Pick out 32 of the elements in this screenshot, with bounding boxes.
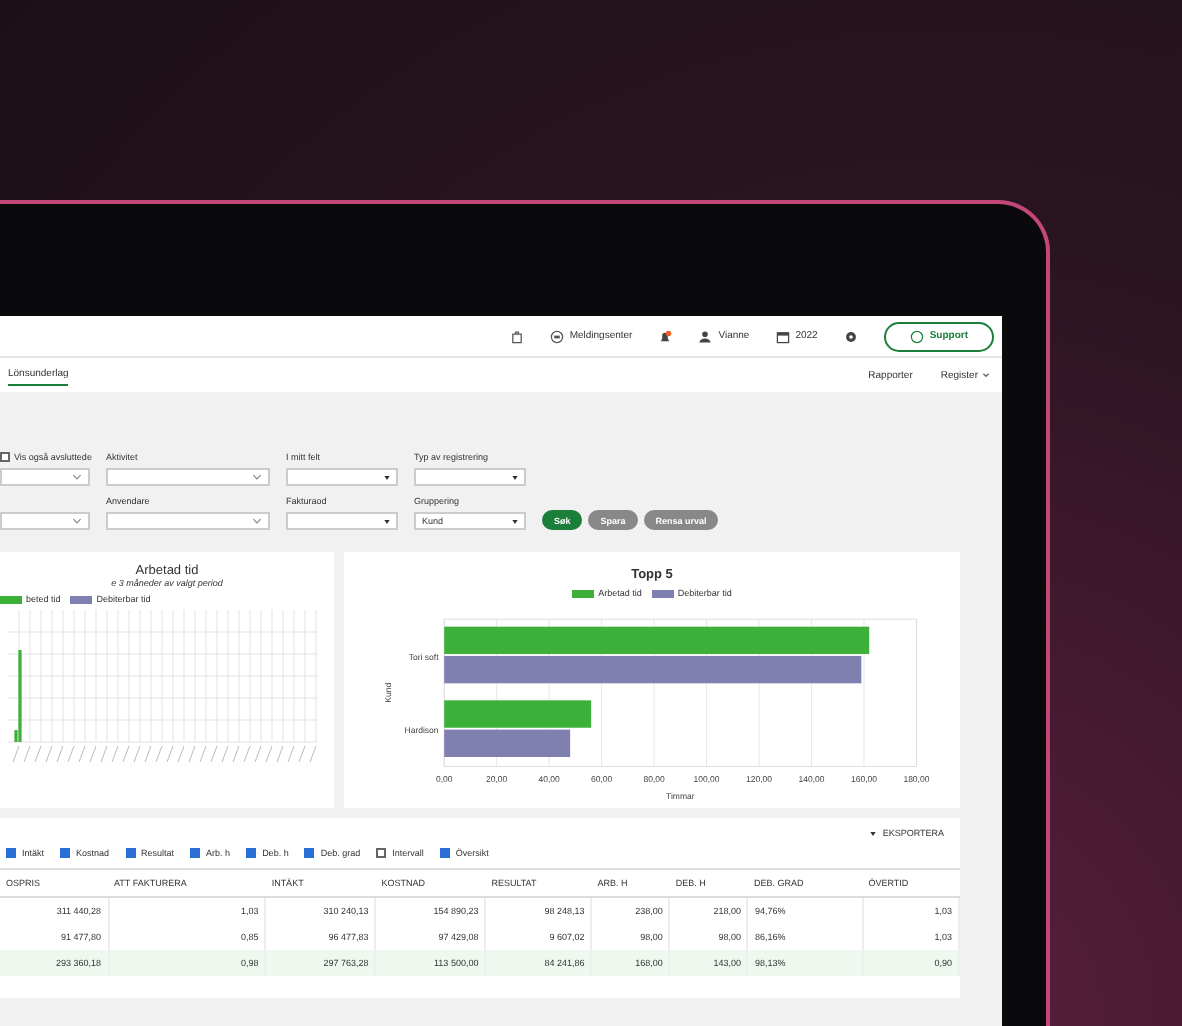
caret-icon bbox=[512, 519, 518, 523]
caret-icon bbox=[870, 831, 877, 835]
caret-icon bbox=[982, 372, 990, 378]
checkbox[interactable] bbox=[246, 848, 257, 858]
dropdown-field[interactable] bbox=[414, 468, 526, 486]
dropdown-field[interactable] bbox=[286, 512, 398, 530]
checkbox[interactable] bbox=[60, 848, 71, 858]
bell-icon[interactable] bbox=[658, 329, 673, 343]
select-field[interactable] bbox=[0, 512, 90, 530]
chevron-icon bbox=[72, 474, 82, 480]
checkbox[interactable] bbox=[6, 848, 16, 858]
chevron-icon bbox=[252, 518, 262, 524]
caret-icon bbox=[384, 475, 390, 479]
chevron-icon bbox=[252, 474, 262, 480]
select-field[interactable] bbox=[106, 512, 270, 530]
checkbox[interactable] bbox=[439, 848, 450, 858]
caret-icon bbox=[384, 519, 390, 523]
checkbox[interactable] bbox=[125, 848, 136, 858]
checkbox[interactable] bbox=[304, 848, 315, 858]
caret-icon bbox=[512, 475, 518, 479]
select-field[interactable] bbox=[0, 468, 90, 486]
settings-icon[interactable] bbox=[843, 329, 858, 343]
select-field[interactable] bbox=[106, 468, 270, 486]
checkbox[interactable] bbox=[0, 452, 10, 462]
checkbox[interactable] bbox=[190, 848, 201, 858]
bag-icon[interactable] bbox=[509, 329, 524, 343]
calendar-icon[interactable] bbox=[775, 329, 790, 343]
user-icon[interactable] bbox=[698, 329, 713, 343]
dropdown-field[interactable] bbox=[286, 468, 398, 486]
checkbox[interactable] bbox=[376, 848, 387, 858]
chevron-icon bbox=[72, 518, 82, 524]
message-icon[interactable] bbox=[549, 329, 564, 343]
